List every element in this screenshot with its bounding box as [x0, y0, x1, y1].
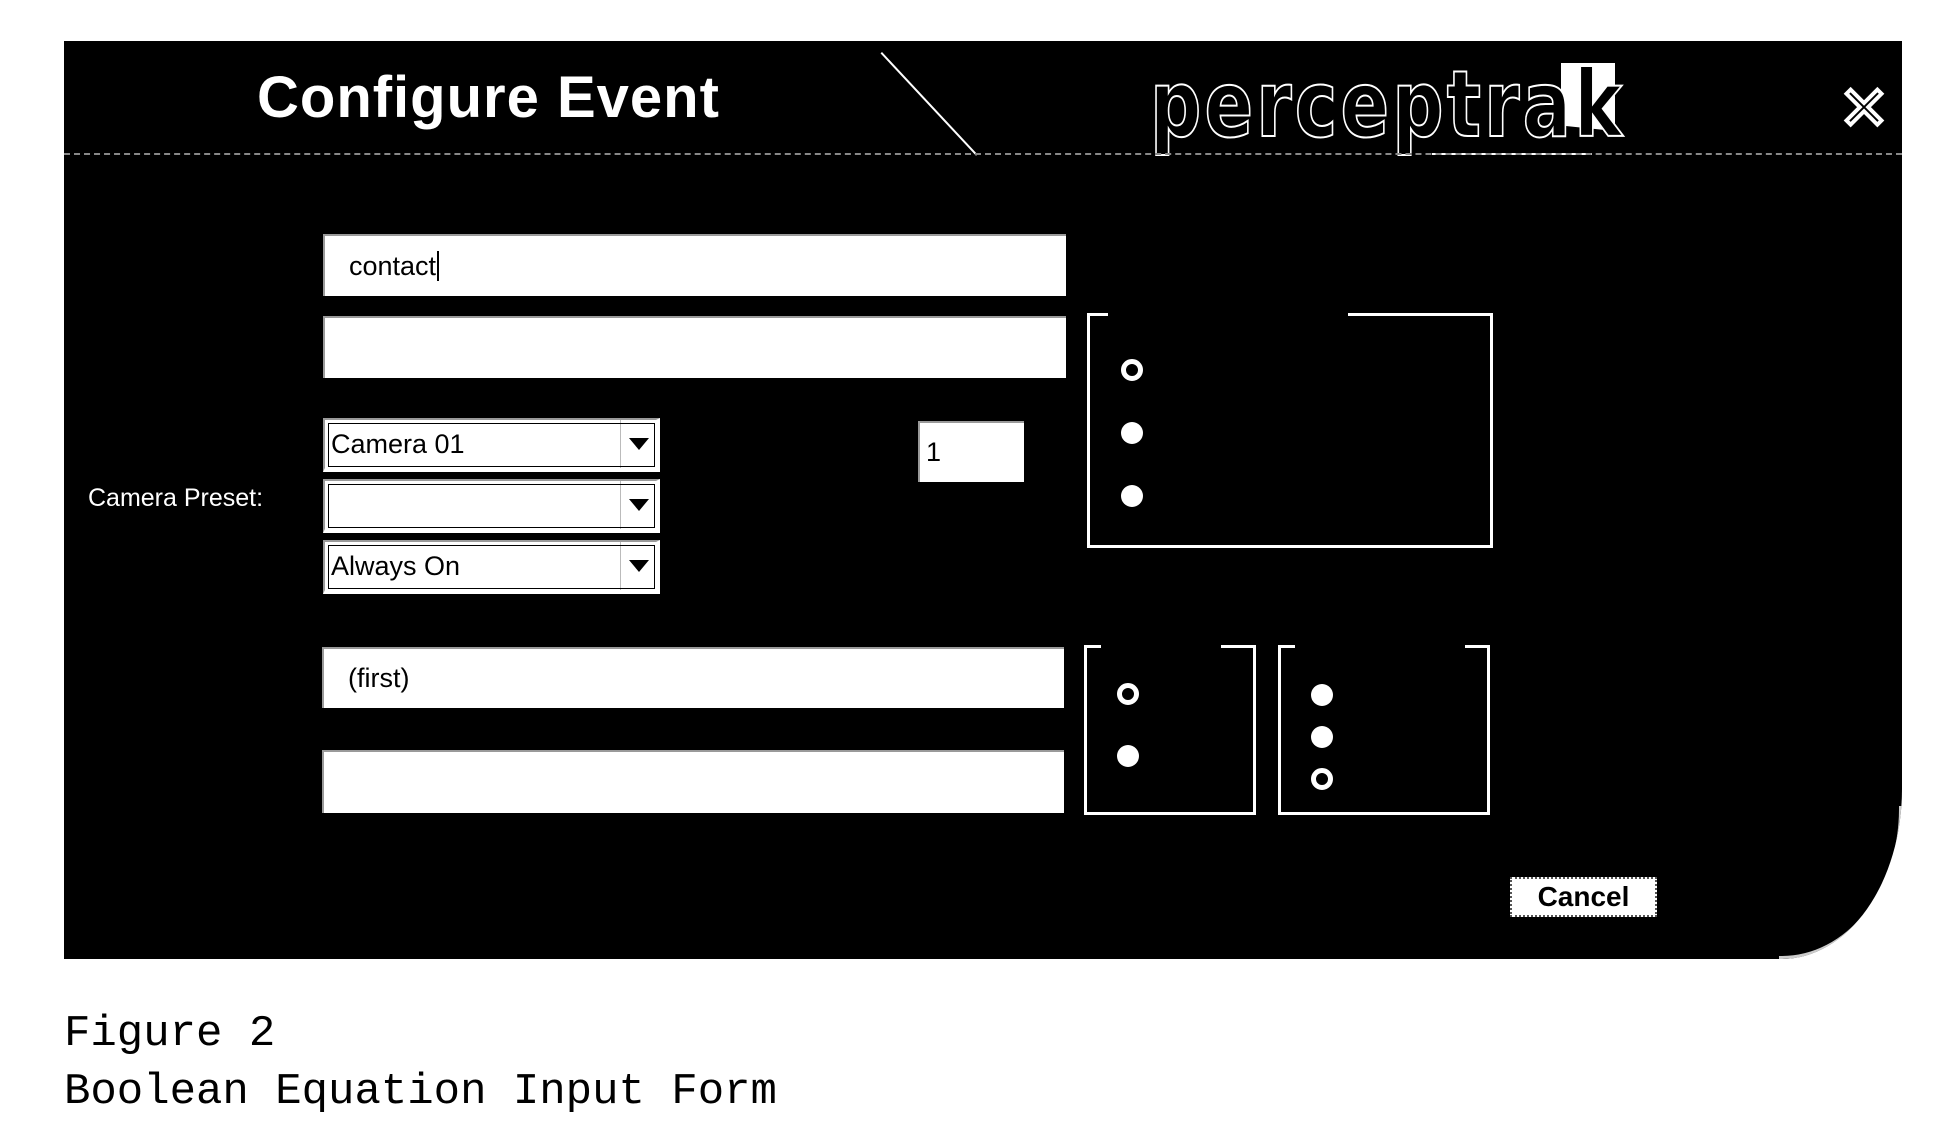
chevron-down-icon[interactable] [620, 420, 656, 468]
number-field-value: 1 [926, 437, 942, 467]
bottom-right-radio-group [1278, 645, 1490, 815]
page-curl-decoration [1779, 806, 1902, 959]
bottom-left-radio-option-2[interactable] [1117, 745, 1139, 767]
chevron-down-icon[interactable] [620, 481, 656, 529]
close-button[interactable]: ✕ [1836, 78, 1892, 140]
decorative-diagonal-line [880, 52, 978, 156]
schedule-select-value: Always On [331, 550, 461, 581]
camera-select[interactable]: Camera 01 [323, 418, 660, 472]
fourth-text-input[interactable] [322, 750, 1064, 813]
top-radio-option-3[interactable] [1121, 485, 1143, 507]
text-cursor [437, 251, 440, 281]
top-radio-option-2[interactable] [1121, 422, 1143, 444]
group-caption-gap [1108, 313, 1348, 316]
bottom-right-radio-option-1[interactable] [1311, 684, 1333, 706]
camera-preset-select[interactable] [323, 479, 660, 533]
figure-caption: Boolean Equation Input Form [64, 1067, 777, 1117]
event-name-value: contact [349, 250, 437, 281]
second-text-input[interactable] [323, 316, 1066, 378]
boolean-equation-input[interactable]: (first) [322, 647, 1064, 708]
figure-number: Figure 2 [64, 1009, 276, 1059]
boolean-equation-value: (first) [348, 663, 410, 693]
group-caption-gap [1101, 645, 1221, 648]
configure-event-dialog: Configure Event perceptrak ✕ contact Cam… [64, 41, 1902, 959]
camera-select-value: Camera 01 [331, 428, 465, 459]
event-name-input[interactable]: contact [323, 234, 1066, 296]
header-separator [64, 153, 1902, 155]
chevron-down-icon[interactable] [620, 542, 656, 590]
top-radio-group [1087, 313, 1493, 548]
top-radio-option-1[interactable] [1121, 359, 1143, 381]
schedule-select[interactable]: Always On [323, 540, 660, 594]
bottom-left-radio-option-1[interactable] [1117, 683, 1139, 705]
camera-preset-label: Camera Preset: [88, 484, 264, 512]
bottom-left-radio-group [1084, 645, 1256, 815]
perceptrak-logo: perceptrak [1149, 51, 1626, 158]
dialog-title: Configure Event [257, 65, 720, 130]
group-caption-gap [1295, 645, 1465, 648]
close-x-icon: ✕ [1838, 75, 1890, 142]
bottom-right-radio-option-3[interactable] [1311, 768, 1333, 790]
bottom-right-radio-option-2[interactable] [1311, 726, 1333, 748]
number-field[interactable]: 1 [918, 421, 1024, 482]
cancel-button[interactable]: Cancel [1510, 877, 1657, 917]
